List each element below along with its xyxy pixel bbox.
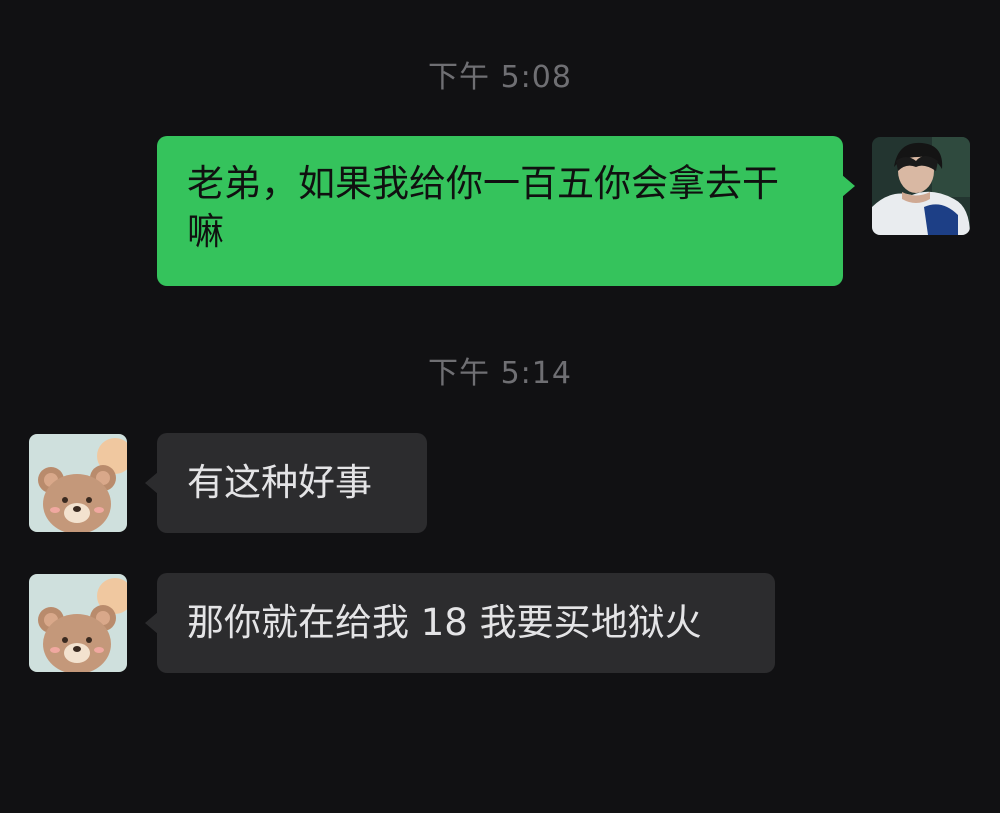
bubble-tail [842,175,855,197]
message-text: 那你就在给我 18 我要买地狱火 [187,601,702,644]
chat-message-list: 下午 5:08 老弟，如果我给你一百五你会拿去干嘛 下午 5:14 有这种好事 … [0,0,1000,813]
timestamp: 下午 5:14 [428,356,572,391]
contact-avatar[interactable] [29,434,127,532]
timestamp: 下午 5:08 [428,60,572,95]
bubble-tail [145,612,158,634]
bear-avatar-icon [29,434,127,532]
incoming-message-bubble[interactable]: 有这种好事 [145,433,427,533]
bear-avatar-icon [29,574,127,672]
outgoing-message-bubble[interactable]: 老弟，如果我给你一百五你会拿去干嘛 [157,136,855,286]
user-avatar[interactable] [872,137,970,235]
bubble-tail [145,472,158,494]
boy-photo-avatar-icon [872,137,970,235]
message-text: 老弟，如果我给你一百五你会拿去干嘛 [187,162,779,253]
message-text: 有这种好事 [187,461,372,504]
contact-avatar[interactable] [29,574,127,672]
incoming-message-bubble[interactable]: 那你就在给我 18 我要买地狱火 [145,573,775,673]
